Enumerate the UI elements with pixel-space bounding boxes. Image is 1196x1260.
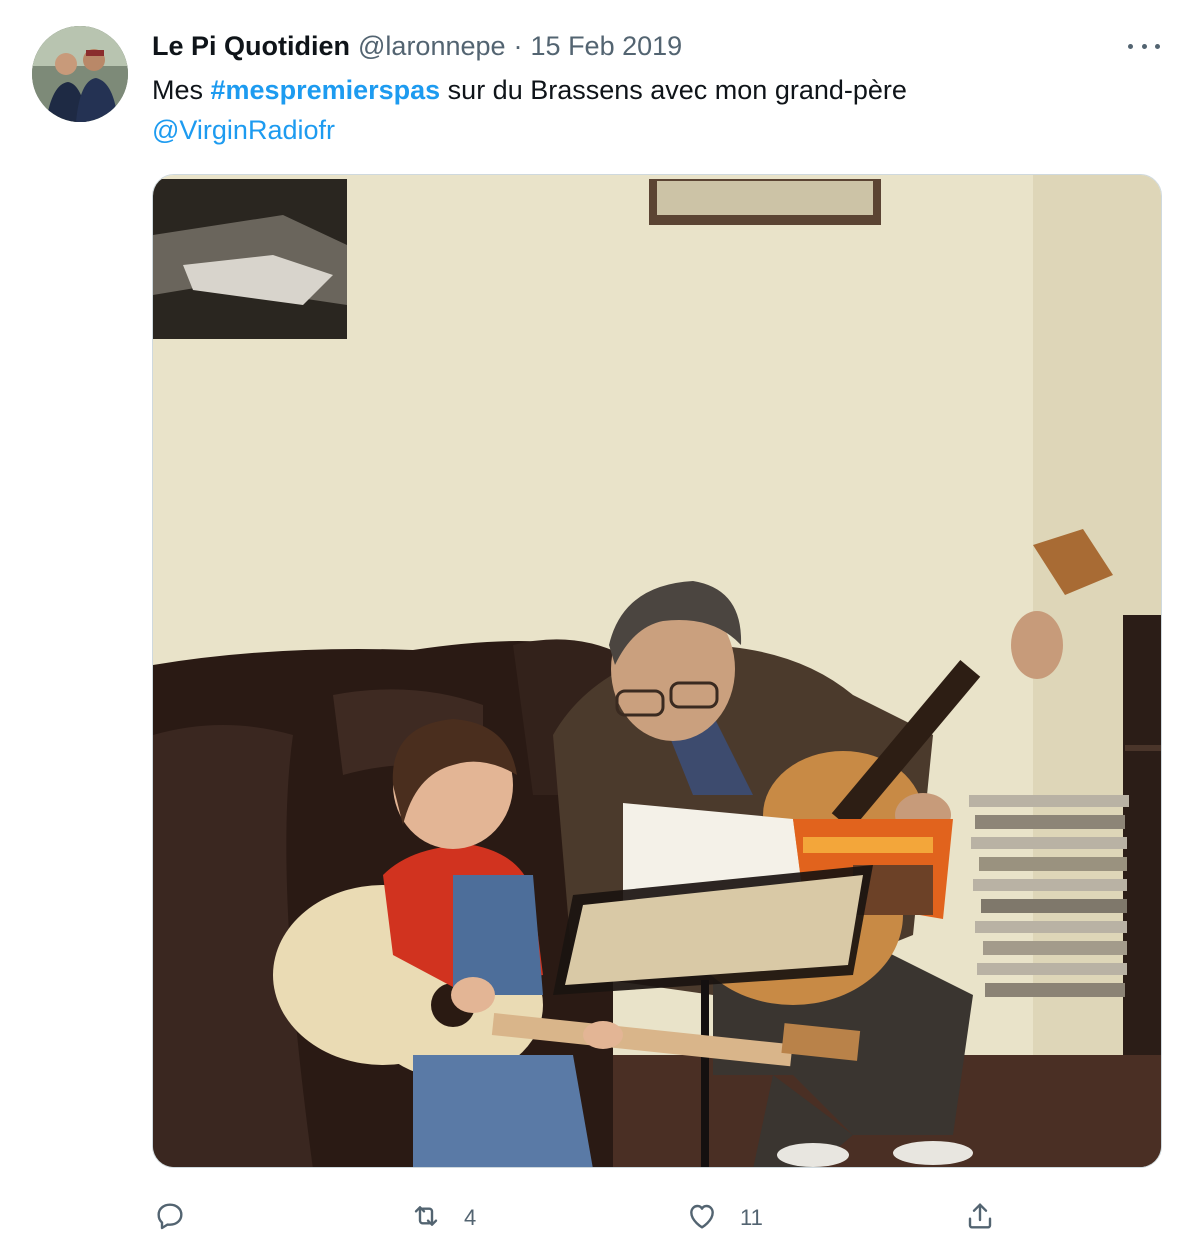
avatar[interactable] [32,26,128,122]
like-count: 11 [740,1205,763,1230]
tweet-text: Mes #mespremierspas sur du Brassens avec… [152,70,1152,150]
hashtag-link[interactable]: #mespremierspas [211,75,441,105]
tweet-photo[interactable] [152,174,1162,1168]
tweet-header: Le Pi Quotidien @laronnepe · 15 Feb 2019 [152,28,682,64]
separator: · [513,30,523,61]
reply-button[interactable] [154,1196,186,1240]
author-name[interactable]: Le Pi Quotidien [152,31,350,62]
author-handle[interactable]: @laronnepe [358,31,506,62]
retweet-count: 4 [464,1205,477,1230]
action-bar: 4 11 [152,1196,1012,1240]
reply-icon [154,1200,186,1237]
share-icon [964,1200,996,1237]
share-button[interactable] [964,1196,996,1240]
retweet-icon [410,1200,442,1237]
retweet-button[interactable]: 4 [410,1196,476,1240]
tweet-text-start: Mes [152,75,211,105]
mention-link[interactable]: @VirginRadiofr [152,115,335,145]
tweet: Le Pi Quotidien @laronnepe · 15 Feb 2019… [0,0,1196,1260]
heart-icon [686,1200,718,1237]
like-button[interactable]: 11 [686,1196,763,1240]
more-options-icon[interactable] [1128,34,1160,58]
tweet-date[interactable]: 15 Feb 2019 [531,31,683,62]
tweet-text-end: sur du Brassens avec mon grand-père [440,75,907,105]
